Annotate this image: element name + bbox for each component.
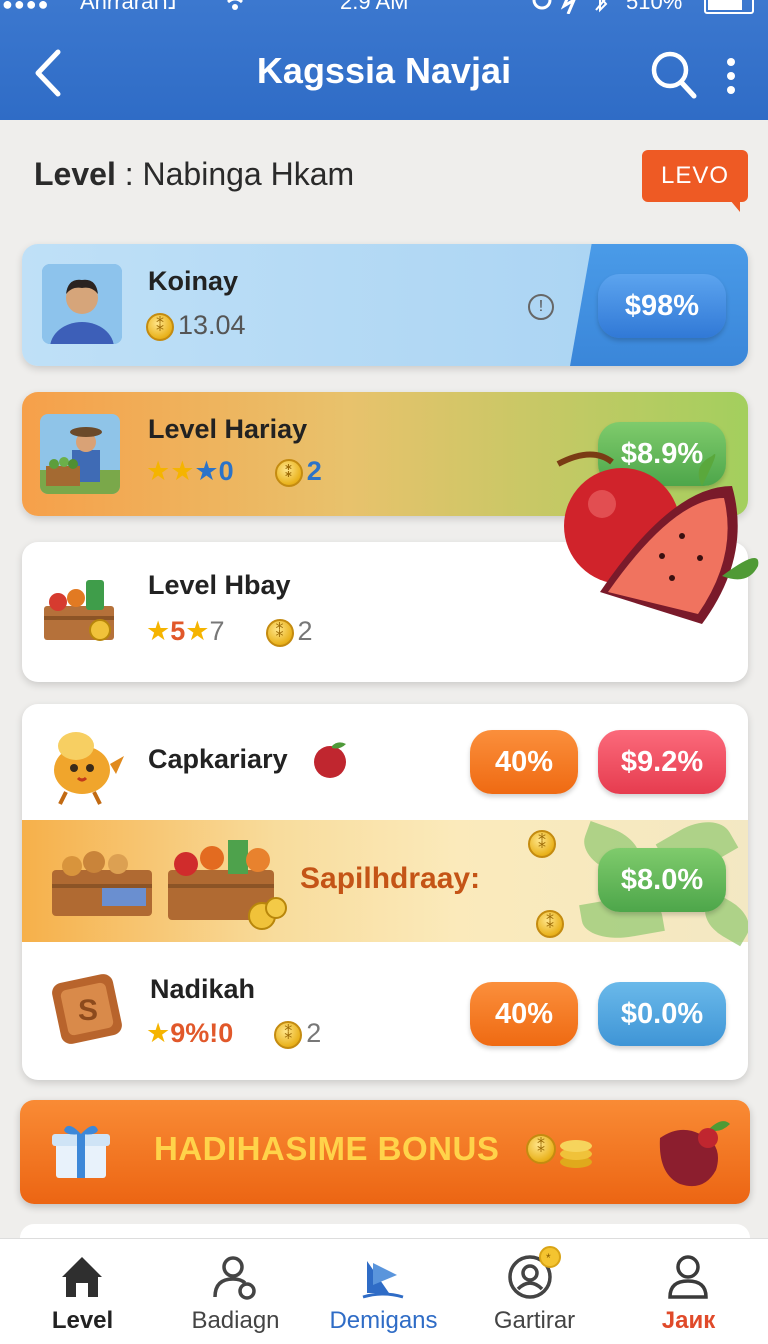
- card-coins: ⁑ 13.04: [146, 310, 246, 341]
- status-icons: [530, 0, 620, 16]
- level-header: Level : Nabinga Hkam: [34, 156, 354, 193]
- card-name: Level Hariay: [148, 414, 308, 444]
- star-count: 0: [218, 456, 234, 486]
- svg-text:S: S: [78, 994, 98, 1027]
- discount-button[interactable]: 40%: [470, 982, 578, 1046]
- battery-icon: [704, 0, 754, 14]
- bottom-nav: Level Badiagn Demigans * Gartirar Jaик: [0, 1238, 768, 1344]
- farmer-icon: [40, 414, 120, 494]
- bread-basket-icon: [52, 851, 152, 916]
- star-icon: ★: [146, 616, 171, 646]
- home-icon: [62, 1257, 102, 1297]
- veggie-crate-icon: [168, 840, 287, 930]
- star-icon: ★: [194, 456, 219, 486]
- card-price-button[interactable]: $98%: [598, 274, 726, 338]
- nav-label: Demigans: [329, 1307, 438, 1334]
- nav-label: Level: [51, 1307, 114, 1334]
- price-button[interactable]: $9.2%: [598, 730, 726, 794]
- gift-icon: [52, 1125, 110, 1178]
- wifi-icon: [222, 0, 248, 14]
- farmer-image: [40, 414, 120, 494]
- nav-label: Gartirar: [493, 1307, 576, 1334]
- promo-text: Sapilhdraay:: [300, 862, 481, 895]
- card-koinay[interactable]: Koinay ⁑ 13.04 ! $98%: [22, 244, 748, 366]
- coin-icon: ⁑: [265, 618, 294, 647]
- card-name: Capkariary: [148, 744, 288, 774]
- battery-percent: 510%: [626, 0, 683, 14]
- level-value: Nabinga Hkam: [142, 156, 355, 192]
- bird-mascot-icon: [54, 732, 124, 805]
- app-bar: ●●●● Anrraraנח 2:9 AM 510% Kagssia Navja…: [0, 0, 768, 120]
- fruit-icon: [314, 742, 346, 778]
- card-stats: ★★★0 ⁑ 2: [146, 456, 322, 487]
- nav-item-profile[interactable]: Jaик: [612, 1239, 765, 1344]
- card-name: Nadikah: [150, 974, 256, 1004]
- bonus-text: HADIHASIME BONUS: [154, 1130, 500, 1167]
- list-item-capkariary[interactable]: Capkariary 40% $9.2%: [22, 704, 748, 820]
- search-button[interactable]: [650, 48, 698, 100]
- bonus-banner[interactable]: HADIHASIME BONUS ⁑: [20, 1100, 750, 1204]
- discount-button[interactable]: 40%: [470, 730, 578, 794]
- coin-count: 2: [306, 1018, 322, 1048]
- level-separator: :: [115, 156, 143, 192]
- avatar: [42, 264, 122, 344]
- nav-item-gartirar[interactable]: * Gartirar: [458, 1239, 611, 1344]
- card-price-button[interactable]: $8.9%: [598, 422, 726, 486]
- crate-icon: [44, 580, 114, 641]
- card-level-hbay[interactable]: Level Hbay ★5★7 ⁑ 2: [22, 542, 748, 682]
- price-button[interactable]: $0.0%: [598, 982, 726, 1046]
- nav-item-level[interactable]: Level: [6, 1239, 159, 1344]
- star-count-b: 7: [209, 616, 225, 646]
- status-bar: ●●●● Anrraraנח 2:9 AM 510%: [0, 0, 768, 22]
- card-stats: ★5★7 ⁑ 2: [146, 616, 313, 647]
- more-options-button[interactable]: [716, 52, 746, 98]
- card-level-hariay[interactable]: Level Hariay ★★★0 ⁑ 2 $8.9%: [22, 392, 748, 516]
- promo-banner[interactable]: Sapilhdraay: ⁑ ⁑ $8.0%: [22, 809, 748, 947]
- coin-stack-icon: [560, 1140, 592, 1168]
- svg-text:*: *: [546, 1251, 551, 1265]
- list-item-nadikah[interactable]: S Nadikah ★9%!0 ⁑ 2 40% $0.0%: [22, 942, 748, 1080]
- nav-item-demigans[interactable]: Demigans: [307, 1239, 460, 1344]
- coin-value: 13.04: [178, 310, 246, 340]
- search-icon: [651, 51, 697, 99]
- signal-icon: ●●●●: [2, 0, 50, 14]
- sail-icon: [362, 1261, 404, 1299]
- star-icon: ★★: [146, 456, 195, 486]
- coin-icon: ⁑: [274, 1020, 303, 1049]
- info-icon[interactable]: !: [528, 294, 554, 320]
- user-circle-icon: *: [508, 1246, 561, 1299]
- coin-icon: ⁑: [146, 312, 174, 341]
- levo-badge[interactable]: LEVO: [642, 150, 748, 212]
- card-stats: ★9%!0 ⁑ 2: [146, 1018, 321, 1049]
- more-vertical-icon: [727, 58, 735, 94]
- user-lock-icon: [213, 1256, 256, 1300]
- star-count: 9%!0: [170, 1018, 234, 1048]
- star-icon: ★: [146, 1018, 171, 1048]
- card-name: Level Hbay: [148, 570, 291, 600]
- profile-icon: [668, 1255, 708, 1299]
- card-group: Capkariary 40% $9.2% Sapilhdraay: ⁑ ⁑ $8…: [22, 704, 748, 1080]
- coin-icon: ⁑: [526, 1134, 556, 1164]
- coin-count: 2: [297, 616, 313, 646]
- level-label: Level: [34, 156, 116, 192]
- mascot-image: [36, 720, 126, 806]
- carrier-name: Anrraraנח: [80, 0, 177, 14]
- coin-icon: ⁑: [274, 458, 303, 487]
- produce-crate-image: [38, 566, 122, 650]
- person-avatar-icon: [42, 264, 122, 344]
- cookie-icon: S: [52, 974, 122, 1044]
- star-count-a: 5: [170, 616, 186, 646]
- card-name: Koinay: [148, 266, 239, 296]
- nav-label: Jaик: [661, 1307, 716, 1334]
- coin-icon: ⁑: [528, 830, 556, 858]
- coin-icon: ⁑: [536, 910, 564, 938]
- promo-price-button[interactable]: $8.0%: [598, 848, 726, 912]
- coin-count: 2: [306, 456, 322, 486]
- star-icon: ★: [185, 616, 210, 646]
- nav-label: Badiagn: [191, 1307, 280, 1334]
- fig-fruit-icon: [659, 1121, 730, 1187]
- status-time: 2:9 AM: [340, 0, 409, 14]
- nav-item-badiagn[interactable]: Badiagn: [159, 1239, 312, 1344]
